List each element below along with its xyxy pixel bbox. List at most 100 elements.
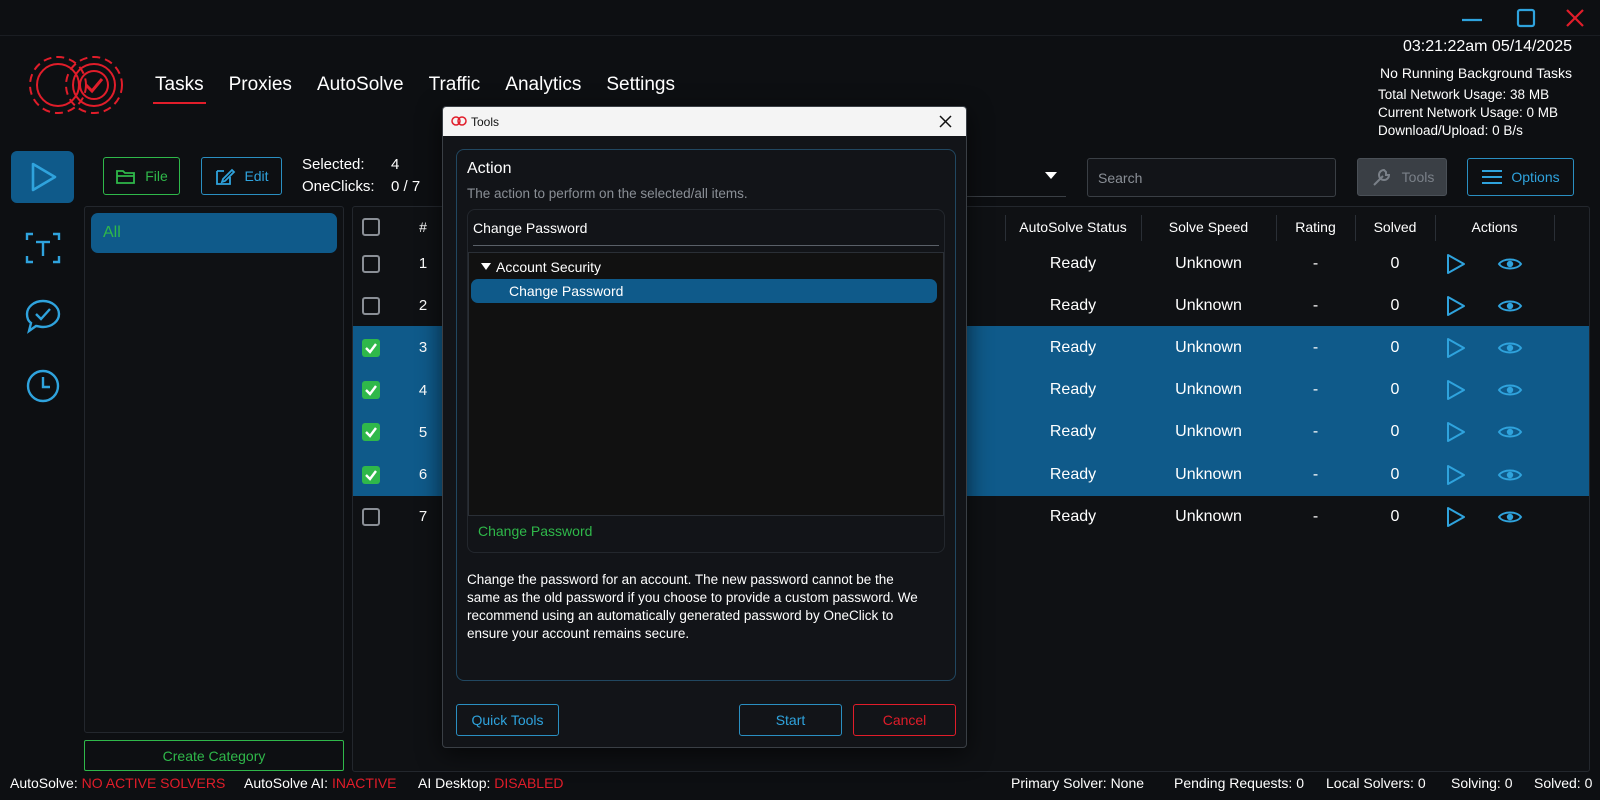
- row-solved: 0: [1390, 296, 1400, 314]
- row-view-button[interactable]: [1485, 411, 1535, 454]
- row-select: [353, 495, 389, 538]
- row-checkbox[interactable]: [362, 296, 380, 315]
- category-all[interactable]: All: [91, 213, 337, 253]
- eye-icon: [1497, 511, 1523, 523]
- row-rating: -: [1312, 338, 1319, 356]
- action-filter-input[interactable]: Change Password: [473, 220, 939, 246]
- file-button[interactable]: File: [103, 157, 180, 195]
- sidebar-history[interactable]: [11, 360, 74, 412]
- row-view-button[interactable]: [1485, 495, 1535, 538]
- row-view-button[interactable]: [1485, 284, 1535, 327]
- close-button[interactable]: [1555, 4, 1595, 32]
- tree-item-change-password[interactable]: Change Password: [471, 279, 937, 303]
- select-all-checkbox[interactable]: [362, 218, 380, 236]
- row-checkbox[interactable]: [362, 381, 380, 400]
- options-button[interactable]: Options: [1467, 158, 1574, 196]
- tools-dialog-titlebar: Tools: [443, 107, 966, 136]
- row-view-button[interactable]: [1485, 453, 1535, 496]
- chevron-down-icon[interactable]: [1045, 172, 1057, 180]
- header-solved[interactable]: Solved: [1355, 207, 1435, 247]
- row-autosolve-status: Ready: [1049, 296, 1097, 314]
- row-start-button[interactable]: [1435, 411, 1475, 454]
- play-icon: [31, 162, 56, 192]
- eye-icon: [1497, 258, 1523, 269]
- action-tree: Account Security Change Password: [468, 252, 944, 516]
- row-checkbox[interactable]: [362, 465, 380, 484]
- tools-button[interactable]: Tools: [1357, 158, 1447, 196]
- eye-icon: [1497, 342, 1523, 354]
- header-rating[interactable]: Rating: [1276, 207, 1355, 247]
- row-view-button[interactable]: [1485, 369, 1535, 412]
- row-solve-speed: Unknown: [1175, 296, 1242, 314]
- file-button-label: File: [145, 168, 168, 184]
- row-start-button[interactable]: [1435, 326, 1475, 369]
- close-icon[interactable]: [939, 115, 952, 128]
- edit-button-label: Edit: [244, 168, 269, 184]
- wrench-icon: [1372, 168, 1390, 186]
- minimize-button[interactable]: [1452, 4, 1492, 32]
- row-autosolve-status: Ready: [1049, 381, 1097, 399]
- download-upload-rate: Download/Upload: 0 B/s: [1378, 123, 1523, 138]
- row-start-button[interactable]: [1435, 453, 1475, 496]
- row-select: [353, 242, 389, 285]
- row-rating: -: [1312, 381, 1319, 399]
- tab-analytics[interactable]: Analytics: [505, 74, 581, 102]
- row-checkbox[interactable]: [362, 338, 380, 357]
- tab-autosolve[interactable]: AutoSolve: [317, 74, 404, 102]
- row-view-button[interactable]: [1485, 242, 1535, 285]
- sidebar-tasks[interactable]: [11, 151, 74, 203]
- row-select: [353, 453, 389, 496]
- header-solve-speed[interactable]: Solve Speed: [1141, 207, 1276, 247]
- create-category-button[interactable]: Create Category: [84, 740, 344, 771]
- close-icon: [1566, 9, 1584, 27]
- check-icon: [365, 427, 377, 439]
- tree-group-account-security[interactable]: Account Security: [481, 259, 601, 275]
- header-autosolve-status[interactable]: AutoSolve Status: [1005, 207, 1141, 247]
- row-number: 6: [418, 466, 428, 483]
- row-start-button[interactable]: [1435, 284, 1475, 327]
- play-icon: [1447, 337, 1465, 358]
- status-primary-solver: Primary Solver: None: [1011, 775, 1145, 791]
- row-select: [353, 284, 389, 327]
- status-solved: Solved: 0: [1534, 775, 1593, 791]
- eye-icon: [1497, 426, 1523, 438]
- tab-proxies[interactable]: Proxies: [229, 74, 292, 102]
- tab-tasks[interactable]: Tasks: [153, 74, 206, 104]
- row-solve-speed: Unknown: [1175, 465, 1242, 483]
- row-number: 1: [418, 255, 428, 272]
- row-checkbox[interactable]: [362, 423, 380, 442]
- row-checkbox[interactable]: [362, 507, 380, 526]
- edit-button[interactable]: Edit: [201, 157, 282, 195]
- selected-label: Selected:: [302, 156, 365, 173]
- search-input[interactable]: Search: [1087, 158, 1336, 197]
- row-start-button[interactable]: [1435, 495, 1475, 538]
- row-view-button[interactable]: [1485, 326, 1535, 369]
- row-number: 7: [418, 508, 428, 526]
- start-button[interactable]: Start: [739, 704, 842, 736]
- row-start-button[interactable]: [1435, 242, 1475, 285]
- oneclicks-count: 0 / 7: [391, 178, 421, 195]
- maximize-button[interactable]: [1506, 4, 1546, 32]
- category-panel: All: [84, 206, 344, 733]
- gear-check-logo: [29, 56, 123, 114]
- tab-traffic[interactable]: Traffic: [429, 74, 481, 102]
- cancel-button[interactable]: Cancel: [853, 704, 956, 736]
- row-rating: -: [1312, 254, 1319, 272]
- row-autosolve-status: Ready: [1049, 338, 1097, 356]
- row-start-button[interactable]: [1435, 369, 1475, 412]
- play-icon: [1447, 295, 1465, 316]
- sidebar-chat[interactable]: [11, 290, 74, 342]
- caret-down-icon: [481, 263, 491, 270]
- eye-icon: [1497, 384, 1523, 396]
- row-solved: 0: [1390, 423, 1400, 441]
- play-icon: [1447, 422, 1465, 443]
- row-number: 2: [418, 297, 428, 315]
- sidebar-text[interactable]: [11, 222, 74, 274]
- quick-tools-button[interactable]: Quick Tools: [456, 704, 559, 736]
- tools-dialog-title: Tools: [471, 114, 500, 129]
- maximize-icon: [1516, 8, 1536, 28]
- tab-settings[interactable]: Settings: [606, 74, 675, 102]
- action-section-title: Action: [467, 160, 512, 177]
- status-autosolve-ai-value: INACTIVE: [331, 775, 397, 791]
- row-checkbox[interactable]: [362, 254, 380, 273]
